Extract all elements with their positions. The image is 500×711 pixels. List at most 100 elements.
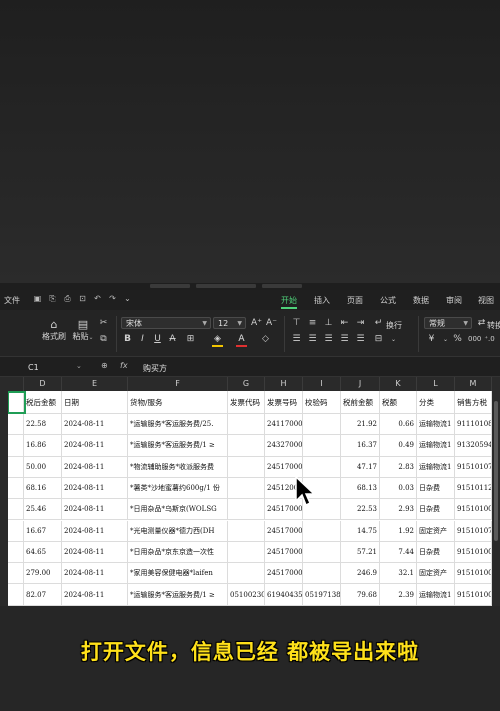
indent-decrease-icon[interactable]: ⇤ (339, 318, 350, 329)
table-cell[interactable]: 61940435 (265, 584, 303, 605)
font-color-icon[interactable]: A (236, 334, 247, 347)
select-all-corner[interactable] (0, 377, 24, 391)
formula-input[interactable]: 购买方 (143, 363, 167, 374)
clear-format-icon[interactable]: ◇ (260, 334, 271, 345)
tab-data[interactable]: 数据 (413, 295, 429, 306)
table-cell[interactable]: 245170000 (265, 520, 303, 541)
table-cell[interactable] (8, 541, 24, 563)
table-cell[interactable]: 91510100M (455, 541, 492, 563)
column-header[interactable]: I (303, 377, 341, 391)
font-size-select[interactable]: 12 ▼ (213, 317, 246, 329)
wrap-text-label[interactable]: 换行 (386, 320, 402, 331)
tab-page[interactable]: 页面 (347, 295, 363, 306)
table-cell[interactable]: *光电测量仪器*德力西(DH (128, 520, 228, 541)
thousands-icon[interactable]: 000 (468, 334, 481, 345)
table-cell[interactable]: *物流辅助服务*收派服务费 (128, 456, 228, 477)
table-cell[interactable]: 22.53 (341, 499, 380, 520)
table-cell[interactable] (228, 541, 265, 563)
spreadsheet-grid[interactable]: 税后金额 日期 货物/服务 发票代码 发票号码 校验码 税前金额 税额 分类 销… (8, 391, 492, 606)
table-cell[interactable]: 91110108M (455, 414, 492, 435)
table-cell[interactable] (228, 477, 265, 499)
table-header-cell[interactable]: 税后金额 (24, 391, 62, 413)
table-cell[interactable]: 2024-08-11 (62, 435, 128, 456)
table-cell[interactable] (228, 520, 265, 541)
table-cell[interactable]: 固定资产 (417, 563, 455, 584)
table-cell[interactable] (228, 456, 265, 477)
percent-icon[interactable]: % (452, 334, 463, 345)
save-icon[interactable]: ▣ (33, 294, 42, 303)
table-cell[interactable] (8, 499, 24, 520)
table-cell[interactable]: 91510100M (455, 563, 492, 584)
table-cell[interactable]: 运输物流1 (417, 456, 455, 477)
export-icon[interactable]: ⎘ (48, 294, 57, 303)
table-cell[interactable]: *运输服务*客运服务费/1 ≥ (128, 584, 228, 605)
table-cell[interactable]: 2024-08-11 (62, 563, 128, 584)
table-cell[interactable] (8, 414, 24, 435)
table-cell[interactable]: *日用杂品*乌斯京(WOLSG (128, 499, 228, 520)
table-cell[interactable] (8, 563, 24, 584)
table-cell[interactable]: 051971388 (303, 584, 341, 605)
table-header-cell[interactable]: 分类 (417, 391, 455, 413)
chevron-down-icon[interactable]: ⌄ (123, 294, 132, 303)
table-cell[interactable]: 2024-08-11 (62, 499, 128, 520)
table-cell[interactable]: 25.46 (24, 499, 62, 520)
copy-icon[interactable]: ⧉ (98, 334, 109, 345)
table-cell[interactable]: 2024-08-11 (62, 456, 128, 477)
table-cell[interactable]: *运输服务*客运服务费/25. (128, 414, 228, 435)
underline-icon[interactable]: U (152, 334, 163, 345)
align-top-icon[interactable]: ⊤ (291, 318, 302, 329)
font-shrink-icon[interactable]: A⁻ (266, 318, 277, 329)
table-cell[interactable] (8, 477, 24, 499)
strikethrough-icon[interactable]: A (167, 334, 178, 345)
column-header[interactable]: H (265, 377, 303, 391)
table-cell[interactable]: 82.07 (24, 584, 62, 605)
table-cell[interactable]: 16.37 (341, 435, 380, 456)
table-cell[interactable]: 91510100M (455, 584, 492, 605)
table-cell[interactable]: 22.58 (24, 414, 62, 435)
table-cell[interactable] (303, 563, 341, 584)
table-cell[interactable]: 0.66 (380, 414, 417, 435)
column-header[interactable]: L (417, 377, 455, 391)
table-cell[interactable]: 1.92 (380, 520, 417, 541)
file-menu[interactable]: 文件 (4, 295, 20, 306)
tab-formula[interactable]: 公式 (380, 295, 396, 306)
column-header[interactable]: J (341, 377, 380, 391)
number-format-select[interactable]: 常规 ▼ (424, 317, 472, 329)
border-icon[interactable]: ⊞ (185, 334, 196, 345)
table-cell[interactable]: 2024-08-11 (62, 520, 128, 541)
decimal-increase-icon[interactable]: ⁺.0 (484, 334, 495, 345)
fill-color-icon[interactable]: ◈ (212, 334, 223, 347)
table-header-cell[interactable]: 销售方税 (455, 391, 492, 413)
table-cell[interactable] (228, 499, 265, 520)
table-cell[interactable]: 91510100M (455, 499, 492, 520)
chevron-down-icon[interactable]: ⌄ (388, 334, 399, 345)
chevron-down-icon[interactable]: ⌄ (76, 362, 82, 370)
table-cell[interactable]: 47.17 (341, 456, 380, 477)
table-cell[interactable]: 2024-08-11 (62, 584, 128, 605)
table-header-cell[interactable]: 日期 (62, 391, 128, 413)
table-cell[interactable]: 2.93 (380, 499, 417, 520)
table-cell[interactable]: 固定资产 (417, 520, 455, 541)
align-center-icon[interactable]: ☰ (307, 334, 318, 345)
table-header-cell[interactable]: 税前金额 (341, 391, 380, 413)
indent-increase-icon[interactable]: ⇥ (355, 318, 366, 329)
tab-view[interactable]: 视图 (478, 295, 494, 306)
table-cell[interactable]: *薯类*沙地蜜薯约600g/1 份 (128, 477, 228, 499)
table-cell[interactable]: 91510107 (455, 456, 492, 477)
table-cell[interactable] (8, 584, 24, 605)
table-cell[interactable]: 243270000 (265, 435, 303, 456)
table-cell[interactable]: 68.13 (341, 477, 380, 499)
table-cell[interactable]: 运输物流1 (417, 435, 455, 456)
cut-icon[interactable]: ✂ (98, 318, 109, 329)
table-cell[interactable]: 运输物流1 (417, 584, 455, 605)
table-cell[interactable]: 14.75 (341, 520, 380, 541)
table-cell[interactable]: *运输服务*客运服务费/1 ≥ (128, 435, 228, 456)
table-cell[interactable]: 50.00 (24, 456, 62, 477)
table-cell[interactable]: 21.92 (341, 414, 380, 435)
table-cell[interactable]: 日杂费 (417, 477, 455, 499)
column-header[interactable]: M (455, 377, 492, 391)
table-cell[interactable]: 91510107 (455, 520, 492, 541)
function-icon[interactable]: fx (120, 361, 128, 370)
table-cell[interactable] (8, 435, 24, 456)
currency-icon[interactable]: ¥ (426, 334, 437, 345)
